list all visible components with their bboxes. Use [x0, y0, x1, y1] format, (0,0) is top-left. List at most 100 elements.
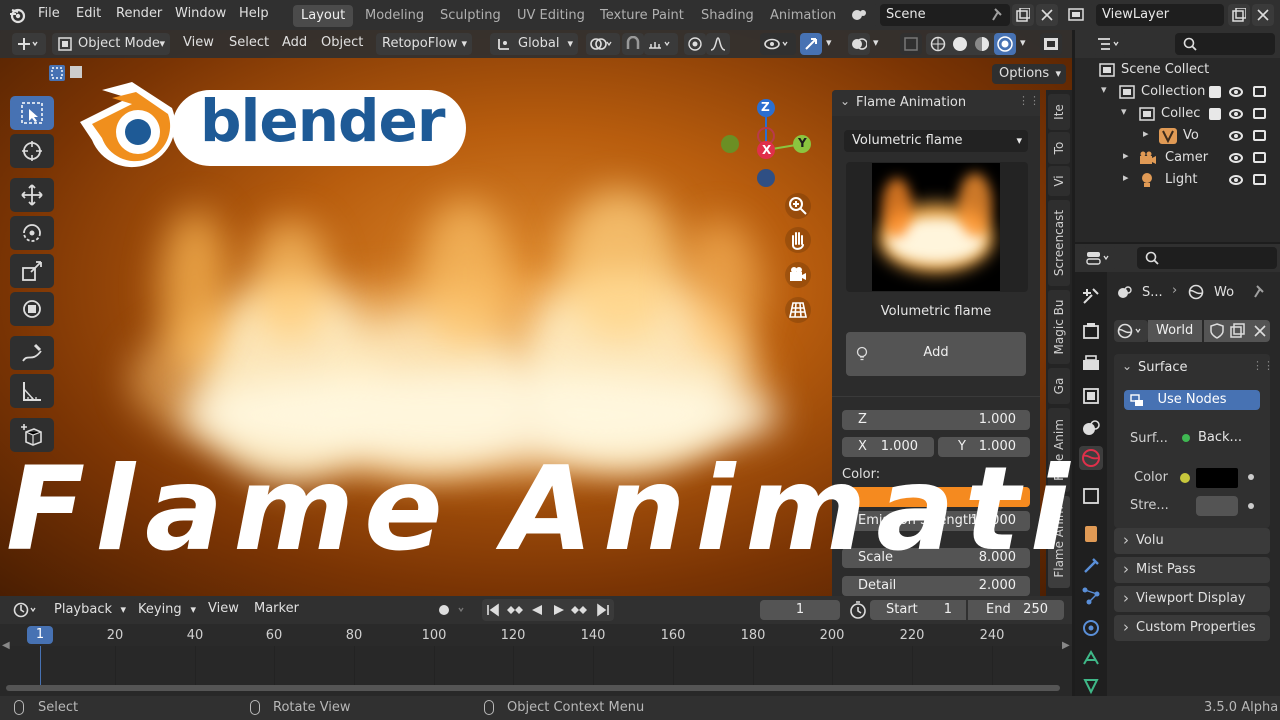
tab-item[interactable]: Ite: [1048, 94, 1070, 130]
world-color-swatch[interactable]: [1196, 468, 1238, 488]
constraints-tab-icon[interactable]: [1079, 646, 1103, 670]
viewport-display-panel-header[interactable]: Viewport Display: [1114, 585, 1270, 612]
play-icon[interactable]: [552, 603, 566, 617]
snap-target-icon[interactable]: [644, 33, 678, 55]
timeline-menu-marker[interactable]: Marker: [254, 601, 299, 616]
camera-view-icon[interactable]: [784, 261, 812, 289]
world-name-field[interactable]: World: [1148, 320, 1202, 342]
tab-screencast[interactable]: Screencast: [1048, 200, 1070, 286]
camera-icon[interactable]: [1253, 86, 1266, 97]
world-tab[interactable]: [1079, 446, 1103, 470]
flame-preview-frame[interactable]: [846, 162, 1028, 292]
timeline-editor-type-icon[interactable]: [10, 599, 44, 621]
outliner-editor-type-icon[interactable]: [1093, 33, 1127, 55]
keying-menu[interactable]: Keying ▾: [132, 599, 200, 621]
playback-menu[interactable]: Playback ▾: [48, 599, 130, 621]
outliner-search-input[interactable]: [1175, 33, 1275, 55]
data-tab-icon[interactable]: [1079, 674, 1103, 698]
wireframe-shading-icon[interactable]: [930, 36, 946, 52]
flame-preset-dropdown[interactable]: Volumetric flame ▾: [844, 130, 1028, 152]
previous-keyframe-icon[interactable]: [506, 603, 524, 617]
measure-tool[interactable]: [10, 374, 54, 408]
mist-pass-panel-header[interactable]: Mist Pass: [1114, 556, 1270, 583]
overlays-icon[interactable]: [848, 33, 870, 55]
chevron-down-icon[interactable]: ▾: [1020, 36, 1026, 49]
stopwatch-icon[interactable]: [848, 601, 868, 619]
collection-tab-icon[interactable]: [1079, 484, 1103, 508]
play-reverse-icon[interactable]: [530, 603, 544, 617]
world-browse-icon[interactable]: [1114, 320, 1148, 342]
detail-field[interactable]: Detail 2.000: [842, 576, 1030, 596]
playhead-line[interactable]: [40, 646, 41, 690]
properties-editor-type-icon[interactable]: [1083, 247, 1117, 269]
timeline-ruler[interactable]: 1 20 40 60 80 100 120 140 160 180 200 22…: [0, 624, 1072, 646]
pan-hand-icon[interactable]: [784, 226, 812, 254]
physics-tab-icon[interactable]: [1079, 616, 1103, 640]
color-socket-icon[interactable]: [1180, 473, 1190, 483]
view-layer-tab-icon[interactable]: [1079, 384, 1103, 408]
camera-icon[interactable]: [1253, 108, 1266, 119]
outliner-row-collection[interactable]: ▾ Collection: [1075, 81, 1280, 103]
menu-window[interactable]: Window: [175, 6, 226, 21]
perspective-toggle-icon[interactable]: [784, 296, 812, 324]
render-tab-icon[interactable]: [1079, 320, 1103, 344]
snap-toggle-icon[interactable]: [622, 33, 644, 55]
delete-scene-icon[interactable]: [1036, 4, 1058, 26]
tab-view[interactable]: Vi: [1048, 166, 1070, 196]
new-scene-icon[interactable]: [1012, 4, 1034, 26]
outliner-row-scene-collection[interactable]: Scene Collect: [1075, 59, 1280, 81]
pivot-point-icon[interactable]: [586, 33, 620, 55]
view-layer-field[interactable]: ViewLayer: [1096, 4, 1224, 26]
tool-settings-tab-icon[interactable]: [1079, 284, 1103, 308]
scene-selector-icon[interactable]: [848, 4, 878, 26]
retopoflow-menu[interactable]: RetopoFlow ▾: [376, 33, 472, 55]
use-nodes-button[interactable]: Use Nodes: [1124, 390, 1260, 410]
jump-to-end-icon[interactable]: [596, 603, 610, 617]
tab-texture-paint[interactable]: Texture Paint: [592, 5, 692, 27]
eye-icon[interactable]: [1229, 175, 1243, 185]
tab-sculpting[interactable]: Sculpting: [432, 5, 509, 27]
timeline-menu-view[interactable]: View: [208, 601, 239, 616]
menu-add[interactable]: Add: [282, 35, 307, 50]
chevron-right-icon[interactable]: ▸: [1123, 171, 1129, 184]
render-region-icon[interactable]: [1040, 33, 1062, 55]
select-box-mode-icon[interactable]: [48, 64, 66, 82]
fake-user-shield-icon[interactable]: [1209, 323, 1225, 339]
tab-uv-editing[interactable]: UV Editing: [509, 5, 593, 27]
transform-orientation-dropdown[interactable]: Global ▾: [490, 33, 578, 55]
volume-panel-header[interactable]: Volu: [1114, 527, 1270, 554]
custom-properties-panel-header[interactable]: Custom Properties: [1114, 614, 1270, 641]
eye-icon[interactable]: [1229, 131, 1243, 141]
camera-icon[interactable]: [1253, 174, 1266, 185]
eye-icon[interactable]: [1229, 153, 1243, 163]
gizmo-toggle-icon[interactable]: [800, 33, 822, 55]
scroll-left-arrow-icon[interactable]: ◀: [2, 640, 10, 651]
keyframe-dot-icon[interactable]: [1248, 474, 1254, 480]
camera-icon[interactable]: [1253, 152, 1266, 163]
eye-icon[interactable]: [1229, 87, 1243, 97]
breadcrumb-world[interactable]: Wo: [1214, 285, 1234, 300]
view-layer-icon[interactable]: [1064, 4, 1094, 26]
tab-modeling[interactable]: Modeling: [357, 5, 432, 27]
xray-icon[interactable]: [900, 33, 922, 55]
add-flame-button[interactable]: Add: [846, 332, 1026, 376]
drag-handle-icon[interactable]: ⋮⋮: [1018, 94, 1040, 107]
tab-tool[interactable]: To: [1048, 132, 1070, 164]
rendered-shading-button[interactable]: [994, 33, 1016, 55]
surface-panel-header[interactable]: ⌄ Surface ⋮⋮: [1114, 354, 1274, 380]
auto-keying-icon[interactable]: [432, 599, 472, 621]
move-tool[interactable]: [10, 178, 54, 212]
outliner-row-sub-collection[interactable]: ▾ Collec: [1075, 103, 1280, 125]
zoom-icon[interactable]: [784, 192, 812, 220]
tab-layout[interactable]: Layout: [293, 5, 354, 27]
chevron-down-icon[interactable]: ▾: [873, 36, 879, 49]
strength-field[interactable]: [1196, 496, 1238, 516]
menu-file[interactable]: File: [38, 6, 60, 21]
jump-to-start-icon[interactable]: [486, 603, 500, 617]
flame-panel-header[interactable]: ⌄ Flame Animation ⋮⋮: [832, 90, 1040, 116]
scroll-right-arrow-icon[interactable]: ▶: [1062, 640, 1070, 651]
current-frame-field[interactable]: 1: [760, 600, 840, 620]
blender-icon[interactable]: [8, 6, 26, 24]
particles-tab-icon[interactable]: [1079, 584, 1103, 608]
properties-search-input[interactable]: [1137, 247, 1277, 269]
